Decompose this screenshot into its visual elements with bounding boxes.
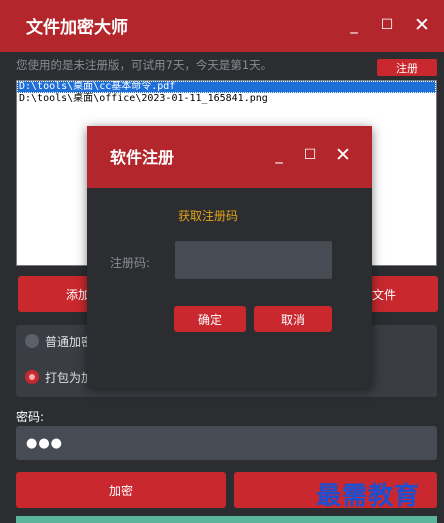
list-item[interactable]: D:\tools\桌面\cc基本命令.pdf	[17, 81, 436, 93]
dialog-title: 软件注册	[110, 148, 175, 167]
option-label-pack: 打包为加	[45, 371, 94, 385]
register-button[interactable]: 注册	[377, 59, 437, 76]
maximize-icon[interactable]: ☐	[375, 14, 399, 36]
watermark-logo: 最需教育	[316, 481, 421, 510]
app-title: 文件加密大师	[26, 18, 128, 38]
registration-code-input[interactable]	[175, 241, 332, 279]
radio-pack-encrypt[interactable]	[25, 370, 39, 384]
confirm-button[interactable]: 确定	[174, 306, 246, 332]
close-icon[interactable]: ✕	[410, 14, 434, 36]
status-bar	[16, 516, 437, 523]
code-label: 注册码:	[110, 256, 151, 270]
trial-notice: 您使用的是未注册版，可试用7天，今天是第1天。	[16, 58, 273, 72]
get-code-link[interactable]: 获取注册码	[178, 207, 238, 224]
list-item[interactable]: D:\tools\桌面\office\2023-01-11_165841.png	[17, 93, 436, 105]
dialog-minimize-icon[interactable]: _	[268, 144, 290, 166]
dialog-maximize-icon[interactable]: ☐	[299, 144, 321, 166]
password-label: 密码:	[16, 410, 45, 424]
minimize-icon[interactable]: _	[342, 14, 366, 36]
dialog-close-icon[interactable]: ✕	[332, 144, 354, 166]
cancel-button[interactable]: 取消	[254, 306, 332, 332]
option-label-normal: 普通加密	[45, 335, 94, 349]
password-field[interactable]: ●●●	[16, 426, 437, 460]
radio-normal-encrypt[interactable]	[25, 334, 39, 348]
encrypt-button[interactable]: 加密	[16, 472, 226, 508]
